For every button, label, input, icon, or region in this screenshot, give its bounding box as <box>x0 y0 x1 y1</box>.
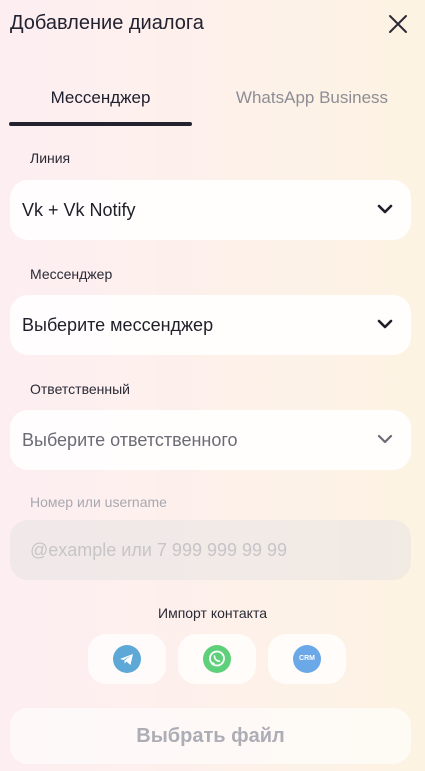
line-label: Линия <box>30 150 71 166</box>
responsible-label: Ответственный <box>30 381 130 397</box>
dialog-title: Добавление диалога <box>10 12 204 34</box>
messenger-select[interactable]: Выберите мессенджер <box>10 295 411 355</box>
tab-whatsapp-business[interactable]: WhatsApp Business <box>212 78 412 126</box>
line-select[interactable]: Vk + Vk Notify <box>10 180 411 240</box>
choose-file-button[interactable]: Выбрать файл <box>10 708 411 764</box>
contact-input[interactable] <box>10 520 411 580</box>
tab-bar: Мессенджер WhatsApp Business <box>0 78 425 126</box>
tab-messenger[interactable]: Мессенджер <box>9 78 192 126</box>
chevron-down-icon <box>377 319 393 329</box>
import-telegram-button[interactable] <box>88 634 166 684</box>
messenger-select-value: Выберите мессенджер <box>22 315 214 335</box>
responsible-select[interactable]: Выберите ответственного <box>10 410 411 470</box>
close-button[interactable] <box>386 12 410 36</box>
line-select-value: Vk + Vk Notify <box>22 200 136 220</box>
dialog-header: Добавление диалога <box>0 0 425 48</box>
responsible-select-value: Выберите ответственного <box>22 430 238 450</box>
telegram-icon <box>113 645 141 673</box>
chevron-down-icon <box>377 204 393 214</box>
messenger-label: Мессенджер <box>30 266 113 282</box>
crm-icon: CRM <box>293 645 321 673</box>
import-whatsapp-button[interactable] <box>178 634 256 684</box>
whatsapp-icon <box>203 645 231 673</box>
import-crm-button[interactable]: CRM <box>268 634 346 684</box>
import-contact-title: Импорт контакта <box>158 605 267 621</box>
close-icon <box>389 15 407 33</box>
chevron-down-icon <box>377 434 393 444</box>
contact-label: Номер или username <box>30 494 167 510</box>
